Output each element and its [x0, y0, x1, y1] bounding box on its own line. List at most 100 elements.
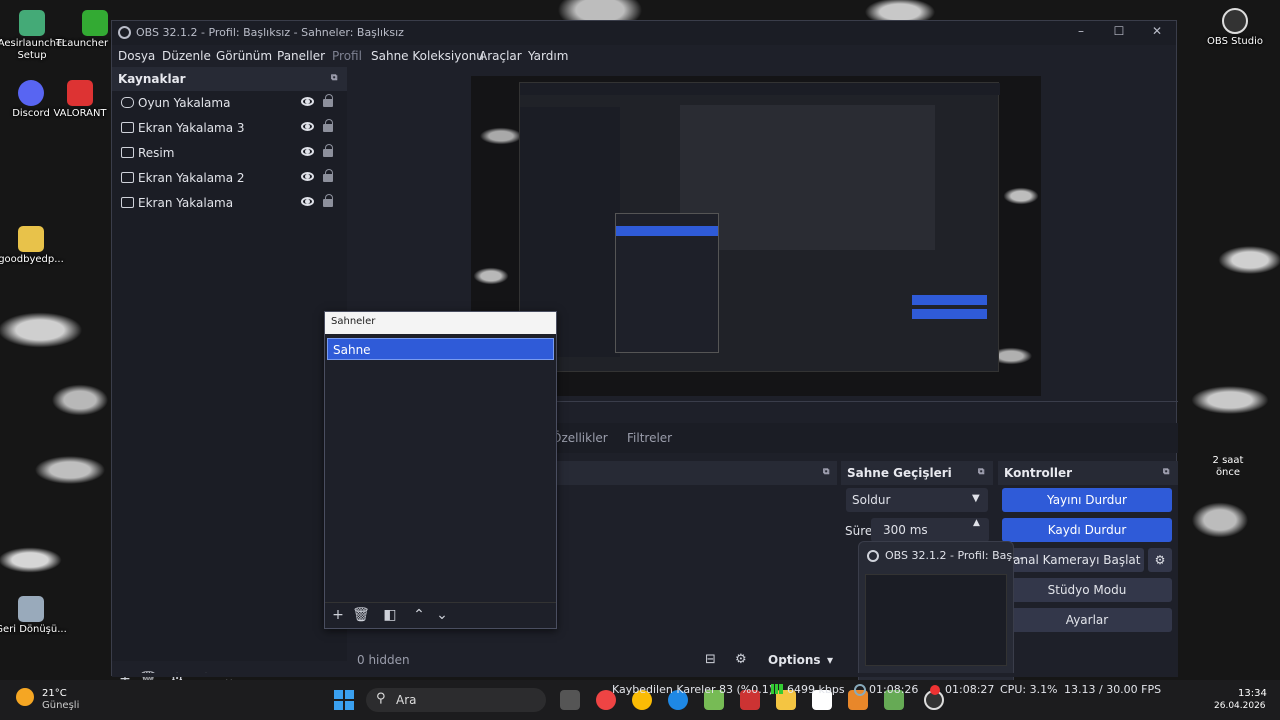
- desktop-icon-valorant[interactable]: VALORANT: [50, 80, 110, 120]
- scenes-popup: Sahneler Sahne + 🗑 ◧ ⌃ ⌄: [324, 311, 557, 629]
- dock-icon[interactable]: ⧉: [331, 73, 337, 83]
- source-name: Ekran Yakalama 2: [138, 171, 245, 185]
- obs-logo-icon: [118, 26, 131, 39]
- record-icon: [930, 685, 940, 695]
- lock-icon[interactable]: [323, 144, 333, 157]
- mixer-settings-icon[interactable]: ⚙: [735, 652, 747, 667]
- desktop-icon-obs[interactable]: OBS Studio: [1195, 8, 1275, 48]
- transitions-header: Sahne Geçişleri ⧉: [841, 461, 993, 485]
- properties-button[interactable]: Özellikler: [552, 431, 608, 445]
- dropped-frames: Kaybedilen Kareler 83 (%0.1): [612, 683, 774, 696]
- app-icon[interactable]: [560, 690, 580, 710]
- transition-value: Soldur: [852, 493, 891, 507]
- up-arrow-icon[interactable]: ⌃: [410, 607, 428, 623]
- stop-stream-button[interactable]: Yayını Durdur: [1002, 488, 1172, 512]
- source-name: Oyun Yakalama: [138, 96, 231, 110]
- monitor-icon: [121, 122, 134, 133]
- visibility-eye-icon[interactable]: [301, 197, 314, 206]
- weather-icon: [16, 688, 34, 706]
- search-box[interactable]: ⚲ Ara: [366, 688, 546, 712]
- search-icon: ⚲: [376, 691, 386, 706]
- source-item[interactable]: Ekran Yakalama 3: [112, 116, 347, 141]
- source-item[interactable]: Ekran Yakalama 2: [112, 166, 347, 191]
- menu-araclar[interactable]: Araçlar: [479, 49, 522, 63]
- minimize-icon[interactable]: –: [1072, 24, 1090, 42]
- cpu-usage: CPU: 3.1%: [1000, 683, 1058, 696]
- scene-item[interactable]: Sahne: [327, 338, 554, 360]
- weather-label: Güneşli: [42, 700, 80, 711]
- menu-yardim[interactable]: Yardım: [528, 49, 568, 63]
- dock-icon[interactable]: ⧉: [978, 467, 984, 477]
- transition-select[interactable]: Soldur ▼: [846, 488, 988, 512]
- obs-window: OBS 32.1.2 - Profil: Başlıksız - Sahnele…: [111, 20, 1178, 691]
- sources-list: Oyun Yakalama Ekran Yakalama 3 Resim Ekr…: [112, 91, 347, 661]
- controls-title: Kontroller: [1004, 466, 1073, 480]
- down-arrow-icon[interactable]: ⌄: [433, 607, 451, 623]
- transitions-title: Sahne Geçişleri: [847, 466, 952, 480]
- source-name: Ekran Yakalama: [138, 196, 234, 210]
- menu-duzenle[interactable]: Düzenle: [162, 49, 211, 63]
- obs-logo-icon: [867, 550, 879, 562]
- stream-icon: [854, 684, 866, 696]
- lock-icon[interactable]: [323, 94, 333, 107]
- lock-icon[interactable]: [323, 119, 333, 132]
- add-icon[interactable]: +: [329, 607, 347, 623]
- image-icon: [121, 147, 134, 158]
- fps: 13.13 / 30.00 FPS: [1064, 683, 1162, 696]
- stepper-up-icon[interactable]: ▲: [973, 518, 980, 528]
- windows-start-icon[interactable]: [334, 690, 354, 710]
- visibility-eye-icon[interactable]: [301, 172, 314, 181]
- filters-button[interactable]: Filtreler: [627, 431, 672, 445]
- chevron-down-icon: ▾: [827, 653, 834, 667]
- gear-icon[interactable]: ⚙: [1148, 548, 1172, 572]
- close-icon[interactable]: ✕: [1148, 24, 1166, 42]
- duration-label: Süre: [845, 524, 873, 538]
- bottom-edge: [112, 673, 1178, 677]
- monitor-icon: [121, 197, 134, 208]
- source-item[interactable]: Oyun Yakalama: [112, 91, 347, 116]
- virtual-camera-button[interactable]: Sanal Kamerayı Başlat: [1002, 548, 1144, 572]
- options-button[interactable]: Options: [768, 653, 821, 667]
- filter-icon[interactable]: ◧: [381, 607, 399, 623]
- menu-paneller[interactable]: Paneller: [277, 49, 325, 63]
- monitor-icon: [121, 172, 134, 183]
- lock-icon[interactable]: [323, 194, 333, 207]
- settings-button[interactable]: Ayarlar: [1002, 608, 1172, 632]
- nested-titlebar: [520, 83, 1000, 95]
- lock-icon[interactable]: [323, 169, 333, 182]
- stop-record-button[interactable]: Kaydı Durdur: [1002, 518, 1172, 542]
- dock-icon[interactable]: ⧉: [1163, 467, 1169, 477]
- menu-profil[interactable]: Profil: [332, 49, 362, 63]
- menu-dosya[interactable]: Dosya: [118, 49, 155, 63]
- sources-header: Kaynaklar ⧉: [112, 67, 347, 91]
- taskbar-thumbnail[interactable]: OBS 32.1.2 - Profil: Baş...: [858, 541, 1023, 691]
- desktop-icon-goodbyedpi[interactable]: goodbyedp...: [0, 226, 71, 266]
- layout-icon[interactable]: ⊟: [705, 652, 716, 667]
- thumbnail-title: OBS 32.1.2 - Profil: Baş...: [885, 549, 1023, 562]
- nested-scene-selected: [616, 226, 718, 236]
- duration-input[interactable]: 300 ms ▲: [871, 518, 989, 542]
- controls-header: Kontroller ⧉: [998, 461, 1178, 485]
- maximize-icon[interactable]: ☐: [1110, 24, 1128, 42]
- menu-gorunum[interactable]: Görünüm: [216, 49, 272, 63]
- nested-blue-button: [912, 295, 987, 305]
- scene-name: Sahne: [333, 343, 371, 357]
- visibility-eye-icon[interactable]: [301, 122, 314, 131]
- source-name: Resim: [138, 146, 175, 160]
- duration-value: 300 ms: [883, 523, 928, 537]
- source-item[interactable]: Ekran Yakalama: [112, 191, 347, 216]
- sources-title: Kaynaklar: [118, 72, 186, 86]
- menu-sahne-koleksiyonu[interactable]: Sahne Koleksiyonu: [371, 49, 484, 63]
- studio-mode-button[interactable]: Stüdyo Modu: [1002, 578, 1172, 602]
- visibility-eye-icon[interactable]: [301, 147, 314, 156]
- delete-icon[interactable]: 🗑: [352, 607, 370, 623]
- desktop-icon-recycle-bin[interactable]: Geri Dönüşü...: [0, 596, 71, 636]
- visibility-eye-icon[interactable]: [301, 97, 314, 106]
- dock-icon[interactable]: ⧉: [823, 467, 829, 477]
- chevron-down-icon: ▼: [972, 493, 980, 504]
- gamepad-icon: [121, 97, 134, 108]
- source-item[interactable]: Resim: [112, 141, 347, 166]
- clock-date: 26.04.2026: [1214, 701, 1266, 711]
- bitrate-icon: [771, 684, 783, 694]
- nested-blue-button: [912, 309, 987, 319]
